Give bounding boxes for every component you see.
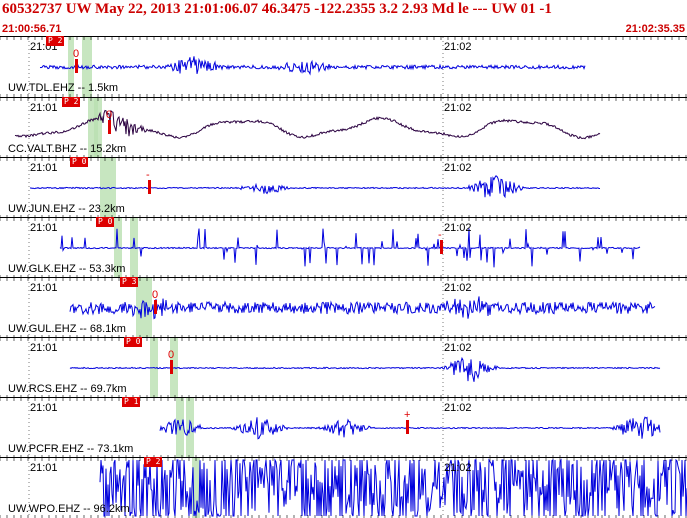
time-label: 21:01	[30, 342, 58, 354]
pick-marker[interactable]	[75, 59, 78, 73]
time-label: 21:02	[444, 282, 472, 294]
pick-mark-label: -	[146, 169, 150, 181]
phase-tag[interactable]: P 0	[124, 337, 143, 347]
time-label: 21:02	[444, 462, 472, 474]
time-label: 21:02	[444, 41, 472, 53]
time-label: 21:02	[444, 222, 472, 234]
pick-marker[interactable]	[406, 420, 409, 434]
time-label: 21:01	[30, 162, 58, 174]
station-label: UW.WPO.EHZ -- 96.2km	[8, 503, 130, 515]
phase-tag[interactable]: P 2	[144, 457, 163, 467]
station-label: UW.RCS.EHZ -- 69.7km	[8, 383, 127, 395]
phase-tag[interactable]: P 2	[46, 36, 65, 46]
pick-mark-label: 0	[73, 48, 79, 60]
pick-mark-label: 0	[106, 109, 112, 121]
trace-panel[interactable]: +21:01 21:02 P 1 UW.PCFR.EHZ -- 73.1km	[0, 397, 687, 458]
trace-panel[interactable]: 21:01 21:02 P 2 UW.WPO.EHZ -- 96.2km	[0, 457, 687, 518]
phase-tag[interactable]: P 3	[120, 277, 139, 287]
window-start-time: 21:00:56.71	[2, 23, 62, 35]
trace-panel[interactable]: 0 21:01 21:02 P 2 UW.TDL.EHZ -- 1.5km	[0, 36, 687, 97]
time-label: 21:02	[444, 402, 472, 414]
pick-marker[interactable]	[154, 300, 157, 314]
phase-tag[interactable]: P 2	[62, 97, 81, 107]
time-label: 21:01	[30, 402, 58, 414]
pick-window-band	[186, 398, 194, 458]
seismic-waveform	[99, 458, 687, 518]
time-label: 21:02	[444, 162, 472, 174]
station-label: CC.VALT.BHZ -- 15.2km	[8, 143, 127, 155]
trace-panel[interactable]: - 21:01 21:02 P 0 UW.GLK.EHZ -- 53.3km	[0, 217, 687, 278]
pick-mark-label: 0	[152, 289, 158, 301]
trace-panel[interactable]: 0 21:01 21:02 P 3 UW.GUL.EHZ -- 68.1km	[0, 277, 687, 338]
pick-marker[interactable]	[170, 360, 173, 374]
station-label: UW.TDL.EHZ -- 1.5km	[8, 82, 119, 94]
pick-mark-label: +	[404, 409, 410, 421]
station-label: UW.GLK.EHZ -- 53.3km	[8, 263, 126, 275]
event-header: 60532737 UW May 22, 2013 21:01:06.07 46.…	[0, 0, 687, 36]
seismic-waveform	[59, 228, 641, 268]
phase-tag[interactable]: P 1	[122, 397, 141, 407]
trace-panel[interactable]: 0 21:01 21:02 P 0 UW.RCS.EHZ -- 69.7km	[0, 337, 687, 398]
pick-marker[interactable]	[440, 240, 443, 254]
time-label: 21:01	[30, 282, 58, 294]
event-title: 60532737 UW May 22, 2013 21:01:06.07 46.…	[2, 1, 552, 17]
trace-panel[interactable]: 0 21:01 21:02 P 2 CC.VALT.BHZ -- 15.2km	[0, 97, 687, 158]
time-label: 21:01	[30, 222, 58, 234]
pick-marker[interactable]	[108, 120, 111, 134]
phase-tag[interactable]: P 0	[70, 157, 89, 167]
pick-mark-label: -	[438, 229, 442, 241]
window-end-time: 21:02:35.35	[625, 23, 685, 35]
trace-panel[interactable]: - 21:01 21:02 P 0 UW.JUN.EHZ -- 23.2km	[0, 157, 687, 218]
station-label: UW.PCFR.EHZ -- 73.1km	[8, 443, 134, 455]
pick-marker[interactable]	[148, 180, 151, 194]
time-label: 21:02	[444, 102, 472, 114]
phase-tag[interactable]: P 0	[96, 217, 115, 227]
seismic-waveform	[69, 356, 661, 382]
station-label: UW.JUN.EHZ -- 23.2km	[8, 203, 125, 215]
station-label: UW.GUL.EHZ -- 68.1km	[8, 323, 126, 335]
time-label: 21:02	[444, 342, 472, 354]
seismic-waveform	[39, 56, 586, 76]
seismic-waveform	[14, 109, 601, 140]
seismogram-panels: 0 21:01 21:02 P 2 UW.TDL.EHZ -- 1.5km 0 21:01 2…	[0, 36, 687, 518]
time-label: 21:01	[30, 462, 58, 474]
time-label: 21:01	[30, 102, 58, 114]
pick-mark-label: 0	[168, 349, 174, 361]
